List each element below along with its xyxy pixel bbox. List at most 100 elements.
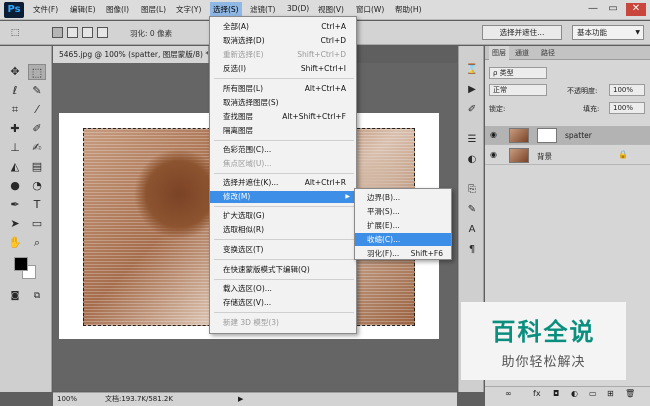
minimize-button[interactable]: — [585,3,601,16]
gradient-tool-icon[interactable]: ▤ [28,159,46,175]
menu-item-find-layers[interactable]: 查找图层 Alt+Shift+Ctrl+F [210,111,356,123]
blend-mode-select[interactable]: 正常 [489,84,547,96]
menu-item-color-range[interactable]: 色彩范围(C)... [210,144,356,156]
marquee-tool-icon[interactable]: ⬚ [28,64,46,80]
character-panel-icon[interactable]: A [464,222,480,238]
submenu-item-feather[interactable]: 羽化(F)... Shift+F6 [355,247,451,260]
marquee-preset-icon[interactable]: ⬚ [6,25,24,41]
actions-panel-icon[interactable]: ▶ [464,82,480,98]
menu-layer[interactable]: 图层(L) [141,4,166,15]
shape-tool-icon[interactable]: ▭ [28,216,46,232]
new-selection-icon[interactable] [52,27,63,38]
menu-help[interactable]: 帮助(H) [395,4,422,15]
stamp-tool-icon[interactable]: ⊥ [6,140,24,156]
trash-icon[interactable]: 🗑 [625,389,635,398]
quick-mask-icon[interactable]: ◙ [6,288,24,304]
lasso-tool-icon[interactable]: ℓ [6,83,24,99]
menu-file[interactable]: 文件(F) [33,4,58,15]
blur-tool-icon[interactable]: ● [6,178,24,194]
menu-item-new-3d-model[interactable]: 新建 3D 模型(3) [210,317,356,329]
adjustments-panel-icon[interactable]: ◐ [464,152,480,168]
history-brush-icon[interactable]: ✍ [28,140,46,156]
healing-tool-icon[interactable]: ✚ [6,121,24,137]
menu-item-deselect[interactable]: 取消选择(D) Ctrl+D [210,35,356,47]
menu-image[interactable]: 图像(I) [106,4,129,15]
menu-view[interactable]: 视图(V) [318,4,344,15]
subtract-from-selection-icon[interactable] [82,27,93,38]
submenu-item-contract[interactable]: 收缩(C)... [355,233,451,246]
eraser-tool-icon[interactable]: ◭ [6,159,24,175]
workspace-select[interactable]: 基本功能 ▼ [572,25,644,40]
hand-tool-icon[interactable]: ✋ [6,235,24,251]
screen-mode-icon[interactable]: ⧉ [28,288,46,304]
fill-field[interactable]: 100% [609,102,645,114]
group-icon[interactable]: ▭ [589,389,597,398]
menu-item-isolate-layers[interactable]: 隔离图层 [210,125,356,137]
zoom-field[interactable]: 100% [57,393,79,405]
eyedropper-tool-icon[interactable]: ⁄ [28,102,46,118]
menu-3d[interactable]: 3D(D) [287,4,309,13]
submenu-item-smooth[interactable]: 平滑(S)... [355,205,451,218]
menu-item-transform-selection[interactable]: 变换选区(T) [210,244,356,256]
foreground-color-swatch[interactable] [14,257,28,271]
submenu-item-expand[interactable]: 扩展(E)... [355,219,451,232]
dodge-tool-icon[interactable]: ◔ [28,178,46,194]
select-and-mask-button[interactable]: 选择并遮住... [482,25,562,40]
layer-mask-thumbnail[interactable] [537,128,557,143]
menu-item-focus-area[interactable]: 焦点区域(U)... [210,158,356,170]
menu-item-grow[interactable]: 扩大选取(G) [210,210,356,222]
type-tool-icon[interactable]: T [28,197,46,213]
menu-item-reselect[interactable]: 重新选择(E) Shift+Ctrl+D [210,49,356,61]
menu-item-inverse[interactable]: 反选(I) Shift+Ctrl+I [210,63,356,75]
menu-edit[interactable]: 编辑(E) [70,4,96,15]
tab-layers[interactable]: 图层 [489,46,509,60]
quick-select-tool-icon[interactable]: ✎ [28,83,46,99]
menu-select[interactable]: 选择(S) [210,2,242,17]
path-select-tool-icon[interactable]: ➤ [6,216,24,232]
add-to-selection-icon[interactable] [67,27,78,38]
layer-row[interactable]: ◉ spatter [485,126,650,145]
pen-tool-icon[interactable]: ✒ [6,197,24,213]
submenu-item-border[interactable]: 边界(B)... [355,191,451,204]
menu-item-similar[interactable]: 选取相似(R) [210,224,356,236]
move-tool-icon[interactable]: ✥ [6,64,24,80]
tab-paths[interactable]: 路径 [541,48,555,58]
adjustment-layer-icon[interactable]: ◐ [571,389,578,398]
add-mask-icon[interactable]: ◘ [553,389,559,398]
close-button[interactable]: ✕ [626,3,646,16]
new-layer-icon[interactable]: ⊞ [607,389,614,398]
tool-presets-panel-icon[interactable]: ✎ [464,202,480,218]
properties-panel-icon[interactable]: ☰ [464,132,480,148]
restore-button[interactable]: ▭ [605,3,621,16]
eye-icon[interactable]: ◉ [490,130,497,139]
layer-filter-select[interactable]: ρ 类型 [489,67,547,79]
menu-window[interactable]: 窗口(W) [356,4,384,15]
intersect-selection-icon[interactable] [97,27,108,38]
menu-item-load-selection[interactable]: 载入选区(O)... [210,283,356,295]
layer-row[interactable]: ◉ 背景 🔒 [485,146,650,165]
menu-item-save-selection[interactable]: 存储选区(V)... [210,297,356,309]
menu-item-deselect-layers[interactable]: 取消选择图层(S) [210,97,356,109]
chevron-right-icon[interactable]: ▶ [238,393,243,405]
document-tab[interactable]: 5465.jpg @ 100% (spatter, 图层蒙版/8) * [53,46,209,63]
menu-item-modify[interactable]: 修改(M) ▶ [210,191,356,203]
feather-field[interactable]: 羽化: 0 像素 [130,28,172,39]
link-layers-icon[interactable]: ∞ [505,389,512,398]
menu-type[interactable]: 文字(Y) [176,4,201,15]
menu-filter[interactable]: 滤镜(T) [250,4,275,15]
zoom-tool-icon[interactable]: ⌕ [28,235,46,251]
history-panel-icon[interactable]: ⌛ [464,62,480,78]
menu-item-all-layers[interactable]: 所有图层(L) Alt+Ctrl+A [210,83,356,95]
menu-item-select-all[interactable]: 全部(A) Ctrl+A [210,21,356,33]
tab-channels[interactable]: 通道 [515,48,529,58]
crop-tool-icon[interactable]: ⌗ [6,102,24,118]
fx-icon[interactable]: fx [533,389,541,398]
brush-tool-icon[interactable]: ✐ [28,121,46,137]
opacity-field[interactable]: 100% [609,84,645,96]
menu-item-select-and-mask[interactable]: 选择并遮住(K)... Alt+Ctrl+R [210,177,356,189]
brush-panel-icon[interactable]: ✐ [464,102,480,118]
menu-item-quick-mask[interactable]: 在快速蒙版模式下编辑(Q) [210,264,356,276]
eye-icon[interactable]: ◉ [490,150,497,159]
clone-source-panel-icon[interactable]: ⎘ [464,182,480,198]
paragraph-panel-icon[interactable]: ¶ [464,242,480,258]
